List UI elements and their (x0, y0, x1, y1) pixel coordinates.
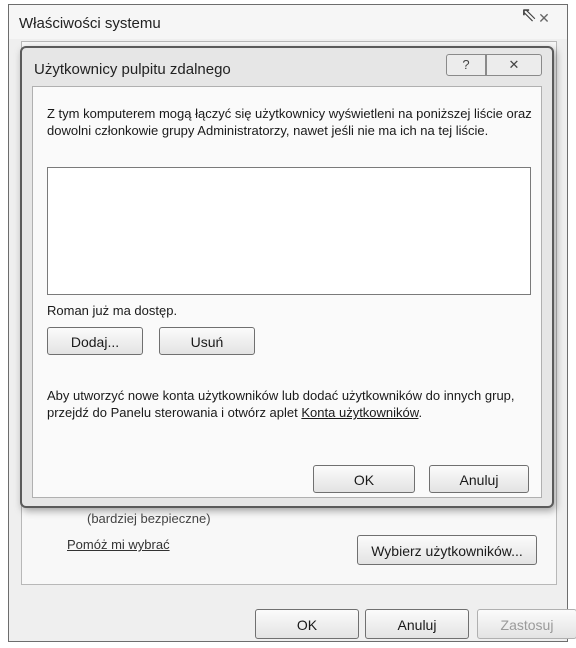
remove-user-button[interactable]: Usuń (159, 327, 255, 355)
dialog-title: Użytkownicy pulpitu zdalnego (34, 61, 231, 78)
remote-desktop-users-dialog: Użytkownicy pulpitu zdalnego ? ✕ Z tym k… (20, 46, 554, 508)
intro-text: Z tym komputerem mogą łączyć się użytkow… (47, 106, 532, 138)
dialog-ok-button[interactable]: OK (313, 465, 415, 493)
add-user-button[interactable]: Dodaj... (47, 327, 143, 355)
create-accounts-label: Aby utworzyć nowe konta użytkowników lub… (47, 388, 515, 420)
remote-option-label: (bardziej bezpieczne) (87, 511, 211, 526)
create-accounts-text: Aby utworzyć nowe konta użytkowników lub… (47, 387, 537, 421)
close-icon[interactable]: ✕ (486, 54, 542, 76)
select-users-button[interactable]: Wybierz użytkowników... (357, 535, 537, 565)
access-status-text: Roman już ma dostęp. (47, 303, 178, 318)
ok-button[interactable]: OK (255, 609, 359, 639)
help-icon[interactable]: ? (446, 54, 486, 76)
window-title: Właściwości systemu (19, 15, 161, 32)
dialog-body: Z tym komputerem mogą łączyć się użytkow… (32, 86, 542, 498)
create-accounts-end: . (418, 405, 423, 420)
user-accounts-link[interactable]: Konta użytkowników (301, 405, 418, 420)
cancel-button[interactable]: Anuluj (365, 609, 469, 639)
close-icon[interactable]: ✕ (527, 7, 561, 29)
help-me-choose-link[interactable]: Pomóż mi wybrać (67, 537, 170, 552)
dialog-cancel-button[interactable]: Anuluj (429, 465, 529, 493)
title-bar: Właściwości systemu ⇖ ✕ (9, 5, 567, 39)
apply-button[interactable]: Zastosuj (477, 609, 576, 639)
users-list[interactable] (47, 167, 531, 295)
